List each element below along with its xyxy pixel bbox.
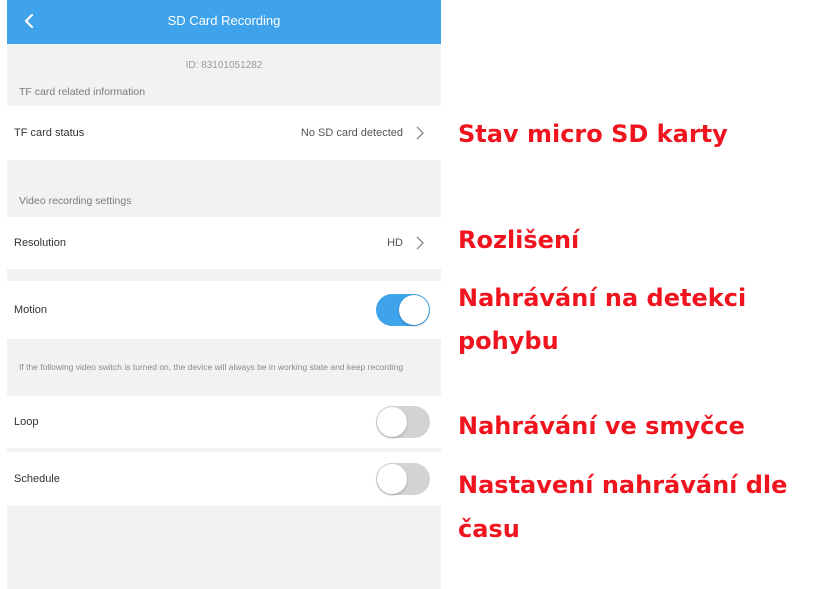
toggle-knob xyxy=(377,464,407,494)
motion-label: Motion xyxy=(14,304,48,316)
annotation-tf-status: Stav micro SD karty xyxy=(458,120,728,148)
resolution-value: HD xyxy=(387,237,403,249)
motion-toggle[interactable] xyxy=(376,294,430,326)
loop-row: Loop xyxy=(7,396,441,448)
app-header: SD Card Recording xyxy=(7,0,441,44)
chevron-right-icon xyxy=(416,236,424,250)
loop-label: Loop xyxy=(14,416,39,428)
annotation-loop: Nahrávání ve smyčce xyxy=(458,412,745,440)
section-video-settings: Video recording settings xyxy=(19,195,132,207)
annotation-schedule-line1: Nastavení nahrávání dle xyxy=(458,471,788,499)
annotation-motion-line1: Nahrávání na detekci xyxy=(458,284,747,312)
tf-card-status-label: TF card status xyxy=(14,127,85,139)
tf-card-status-row[interactable]: TF card status No SD card detected xyxy=(7,106,441,160)
toggle-knob xyxy=(377,407,407,437)
resolution-row[interactable]: Resolution HD xyxy=(7,217,441,269)
motion-row: Motion xyxy=(7,281,441,339)
schedule-row: Schedule xyxy=(7,452,441,506)
schedule-toggle[interactable] xyxy=(376,463,430,495)
recording-note: If the following video switch is turned … xyxy=(19,362,404,372)
annotation-motion-line2: pohybu xyxy=(458,327,559,355)
page-title: SD Card Recording xyxy=(167,13,281,28)
toggle-knob xyxy=(399,295,429,325)
tf-card-status-value: No SD card detected xyxy=(300,127,403,139)
loop-toggle[interactable] xyxy=(376,406,430,438)
chevron-right-icon xyxy=(416,126,424,140)
annotation-resolution: Rozlišení xyxy=(458,226,580,254)
device-id: ID: 83101051282 xyxy=(185,60,263,71)
schedule-label: Schedule xyxy=(14,473,60,485)
resolution-label: Resolution xyxy=(14,237,66,249)
section-tf-card-info: TF card related information xyxy=(19,86,146,98)
annotation-schedule-line2: času xyxy=(458,515,520,543)
phone-screen: SD Card Recording ID: 83101051282 TF car… xyxy=(7,0,441,589)
